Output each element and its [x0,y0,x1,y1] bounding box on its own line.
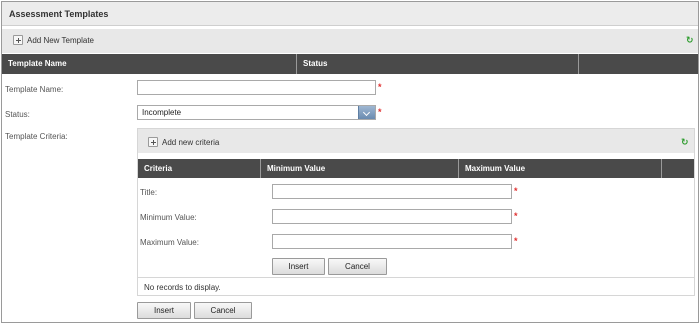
template-criteria-label: Template Criteria: [5,132,68,141]
add-icon[interactable] [148,137,158,147]
required-asterisk: * [514,236,518,246]
page-title: Assessment Templates [9,9,109,19]
refresh-icon[interactable]: ↻ [681,138,690,147]
column-actions [662,159,694,178]
no-records-message: No records to display. [144,283,221,292]
insert-button[interactable]: Insert [137,302,191,319]
chevron-down-icon[interactable] [358,106,375,119]
no-records-row: No records to display. [138,277,694,296]
criteria-title-label: Title: [140,188,158,197]
column-minimum-value[interactable]: Minimum Value [261,159,459,178]
criteria-minimum-value-input[interactable] [272,209,512,224]
panel-title-bar: Assessment Templates [2,2,698,26]
status-selected-value: Incomplete [142,108,182,117]
column-maximum-value[interactable]: Maximum Value [459,159,662,178]
templates-grid-header: Template Name Status [2,54,698,74]
required-asterisk: * [378,107,382,117]
column-status[interactable]: Status [297,54,579,74]
criteria-toolbar: Add new criteria ↻ [138,129,694,153]
required-asterisk: * [514,186,518,196]
refresh-icon[interactable]: ↻ [686,36,695,45]
required-asterisk: * [378,82,382,92]
criteria-grid-header: Criteria Minimum Value Maximum Value [138,159,694,178]
status-label: Status: [5,110,30,119]
criteria-cancel-button[interactable]: Cancel [328,258,387,275]
criteria-insert-button[interactable]: Insert [272,258,325,275]
add-new-criteria-button[interactable]: Add new criteria [162,138,219,147]
criteria-minimum-value-label: Minimum Value: [140,213,197,222]
column-criteria[interactable]: Criteria [138,159,261,178]
criteria-maximum-value-input[interactable] [272,234,512,249]
required-asterisk: * [514,211,518,221]
assessment-templates-panel: Assessment Templates Add New Template ↻ … [1,1,699,323]
template-name-input[interactable] [137,80,376,95]
column-actions [579,54,698,74]
criteria-maximum-value-label: Maximum Value: [140,238,199,247]
cancel-button[interactable]: Cancel [194,302,252,319]
grid-toolbar: Add New Template ↻ [2,29,698,53]
criteria-title-input[interactable] [272,184,512,199]
column-template-name[interactable]: Template Name [2,54,297,74]
add-new-template-button[interactable]: Add New Template [27,36,94,45]
criteria-grid: Add new criteria ↻ Criteria Minimum Valu… [137,128,695,296]
template-name-label: Template Name: [5,85,64,94]
add-icon[interactable] [13,35,23,45]
status-dropdown[interactable]: Incomplete [137,105,376,120]
